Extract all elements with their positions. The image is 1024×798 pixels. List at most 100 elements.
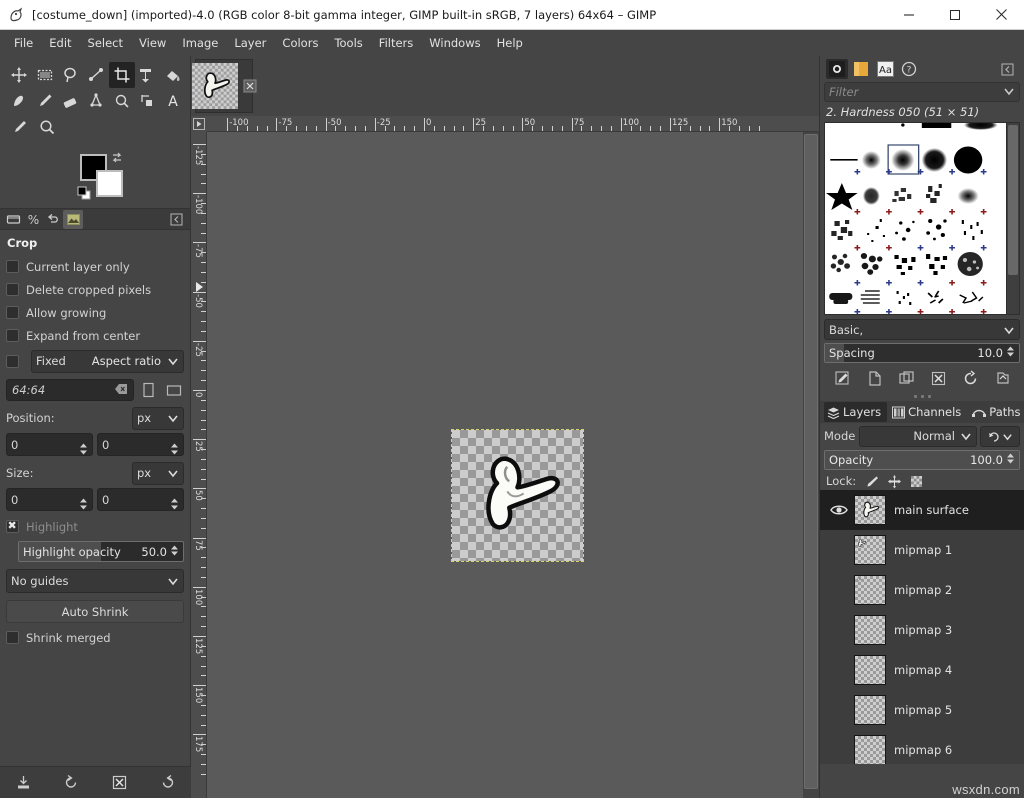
new-brush-button[interactable]	[862, 367, 886, 389]
menu-filters[interactable]: Filters	[371, 32, 421, 54]
canvas-vertical-scrollbar[interactable]	[803, 132, 819, 798]
menu-tools[interactable]: Tools	[326, 32, 370, 54]
option-expand-from-center[interactable]: Expand from center	[6, 324, 184, 347]
highlight-opacity-slider[interactable]: Highlight opacity 50.0	[18, 541, 184, 562]
size-width-input[interactable]: 0	[6, 488, 93, 511]
configure-tab-icon[interactable]	[996, 59, 1018, 79]
eraser-tool[interactable]	[57, 88, 83, 114]
layer-row-main-surface[interactable]: main surface	[820, 490, 1024, 530]
guides-combo[interactable]: No guides	[6, 569, 184, 593]
brushes-tab[interactable]	[826, 59, 848, 79]
canvas-image-costume-down[interactable]	[452, 430, 583, 561]
tool-options-button[interactable]: %	[23, 210, 43, 229]
tab-layers[interactable]: Layers	[824, 402, 887, 422]
brush-grid[interactable]	[824, 122, 1020, 315]
spinner-arrows[interactable]	[1006, 345, 1015, 361]
fixed-aspect-combo[interactable]: Fixed Aspect ratio	[31, 350, 184, 373]
checkbox[interactable]	[6, 306, 19, 319]
menu-layer[interactable]: Layer	[226, 32, 274, 54]
zoom-tool[interactable]	[33, 114, 60, 140]
duplicate-brush-button[interactable]	[894, 367, 918, 389]
spinner-arrows[interactable]	[1006, 452, 1015, 468]
quick-mask-icon[interactable]	[191, 116, 207, 132]
menu-help[interactable]: Help	[489, 32, 531, 54]
fonts-tab[interactable]: Aa	[874, 59, 896, 79]
menu-view[interactable]: View	[131, 32, 174, 54]
landscape-icon[interactable]	[163, 379, 184, 401]
lock-pixels-icon[interactable]	[862, 472, 882, 490]
layer-visibility-toggle[interactable]	[824, 503, 854, 517]
lock-position-icon[interactable]	[884, 472, 904, 490]
spin-down-icon[interactable]	[79, 500, 88, 507]
save-tool-preset-button[interactable]	[11, 771, 37, 795]
spinner-arrows[interactable]	[79, 493, 88, 507]
undo-history-button[interactable]	[43, 210, 63, 229]
position-unit-combo[interactable]: px	[132, 407, 184, 430]
menu-image[interactable]: Image	[174, 32, 226, 54]
brush-filter-row[interactable]: Filter	[824, 82, 1020, 102]
refresh-brushes-button[interactable]	[958, 367, 982, 389]
transform-tool[interactable]	[135, 62, 161, 88]
checkbox[interactable]	[6, 329, 19, 342]
clone-tool[interactable]	[109, 88, 135, 114]
bucket-fill-tool[interactable]	[160, 62, 186, 88]
position-y-input[interactable]: 0	[97, 433, 184, 456]
layer-row-mipmap-3[interactable]: mipmap 3	[820, 610, 1024, 650]
spin-up-icon[interactable]	[170, 438, 179, 445]
spinner-arrows[interactable]	[79, 438, 88, 452]
tab-channels[interactable]: Channels	[889, 402, 967, 422]
open-brush-as-image-button[interactable]	[990, 367, 1014, 389]
device-status-button[interactable]	[3, 210, 23, 229]
brush-grid-canvas[interactable]	[825, 123, 1006, 314]
option-highlight[interactable]: Highlight	[6, 515, 184, 538]
option-delete-cropped-pixels[interactable]: Delete cropped pixels	[6, 278, 184, 301]
brush-tag-combo[interactable]: Basic,	[824, 319, 1020, 340]
spinner-arrows[interactable]	[170, 438, 179, 452]
layer-row-mipmap-2[interactable]: mipmap 2	[820, 570, 1024, 610]
portrait-icon[interactable]	[138, 379, 159, 401]
color-picker-tool[interactable]	[6, 114, 33, 140]
mode-switch-icon[interactable]	[980, 426, 1020, 447]
fixed-checkbox[interactable]	[6, 355, 19, 368]
menu-windows[interactable]: Windows	[421, 32, 488, 54]
pencil-tool[interactable]	[32, 88, 58, 114]
menu-edit[interactable]: Edit	[41, 32, 79, 54]
spin-down-icon[interactable]	[170, 445, 179, 452]
spin-up-icon[interactable]	[79, 438, 88, 445]
layer-opacity-slider[interactable]: Opacity 100.0	[824, 450, 1020, 470]
spin-up-icon[interactable]	[170, 493, 179, 500]
tab-paths[interactable]: Paths	[969, 402, 1024, 422]
vertical-ruler[interactable]: -125-100-75-50-250255075100125150175	[191, 132, 207, 798]
position-x-input[interactable]: 0	[6, 433, 93, 456]
ink-tool[interactable]	[6, 88, 32, 114]
edit-brush-button[interactable]	[830, 367, 854, 389]
menu-select[interactable]: Select	[80, 32, 131, 54]
close-button[interactable]	[978, 0, 1024, 30]
dock-separator[interactable]	[820, 391, 1024, 401]
vertical-scroll-thumb[interactable]	[804, 134, 818, 789]
chevron-down-icon[interactable]	[1003, 85, 1015, 100]
restore-tool-preset-button[interactable]	[59, 771, 85, 795]
layers-list[interactable]: main surface mipmap 1 mipmap 2	[820, 490, 1024, 764]
option-allow-growing[interactable]: Allow growing	[6, 301, 184, 324]
help-icon[interactable]: ?	[898, 59, 920, 79]
layer-row-mipmap-4[interactable]: mipmap 4	[820, 650, 1024, 690]
menu-file[interactable]: File	[6, 32, 41, 54]
option-shrink-merged[interactable]: Shrink merged	[6, 626, 184, 649]
brush-spacing-slider[interactable]: Spacing 10.0	[824, 343, 1020, 363]
spinner-arrows[interactable]	[170, 544, 179, 560]
costume-down-tab[interactable]	[195, 59, 253, 113]
default-colors-icon[interactable]	[77, 186, 92, 204]
checkbox[interactable]	[6, 260, 19, 273]
spin-down-icon[interactable]	[170, 500, 179, 507]
lock-alpha-icon[interactable]	[906, 472, 926, 490]
size-unit-combo[interactable]: px	[132, 462, 184, 485]
checkbox[interactable]	[6, 283, 19, 296]
spin-up-icon[interactable]	[79, 493, 88, 500]
size-height-input[interactable]: 0	[97, 488, 184, 511]
swap-colors-icon[interactable]	[110, 151, 124, 168]
patterns-tab[interactable]	[850, 59, 872, 79]
layer-row-mipmap-5[interactable]: mipmap 5	[820, 690, 1024, 730]
auto-shrink-button[interactable]: Auto Shrink	[6, 600, 184, 623]
measure-tool[interactable]	[135, 88, 161, 114]
